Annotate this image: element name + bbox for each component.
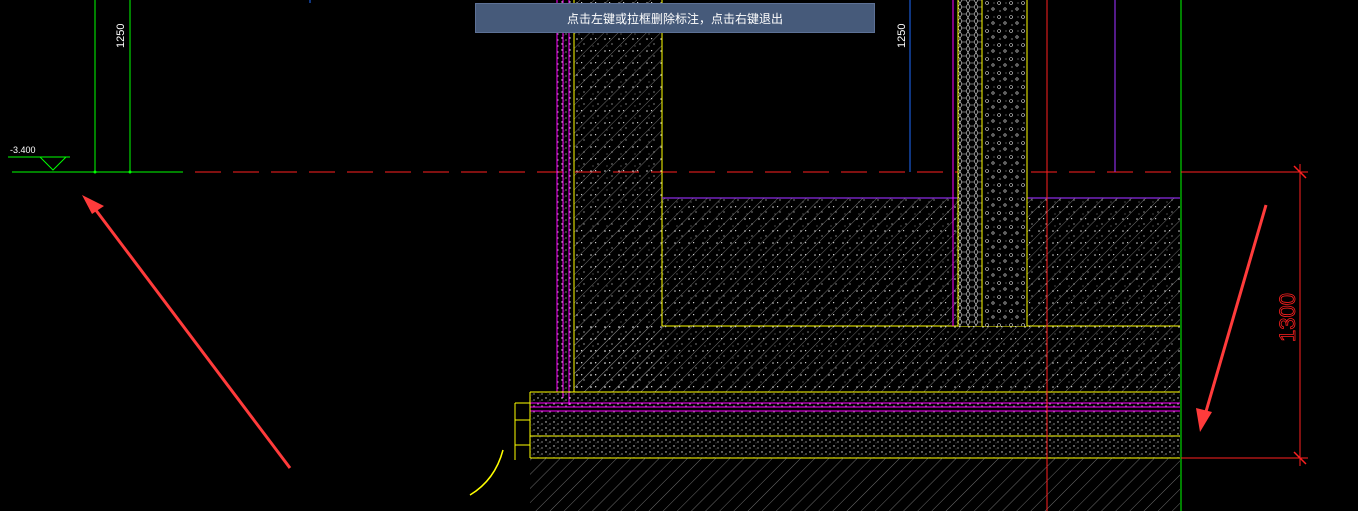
cad-drawing-canvas[interactable]: 1250 -3.400 1250 1300 xyxy=(0,0,1358,511)
annotation-arrow-left xyxy=(82,195,292,469)
left-dimension[interactable]: 1250 xyxy=(12,0,183,174)
dimension-right-text: 1250 xyxy=(896,24,908,48)
command-prompt-bar: 点击左键或拉框删除标注，点击右键退出 xyxy=(475,3,875,33)
floor-slab[interactable] xyxy=(662,198,1180,327)
dimension-left-text: 1250 xyxy=(115,24,127,48)
elevation-label: -3.400 xyxy=(10,145,36,155)
insulation-column[interactable] xyxy=(952,0,1028,326)
waterproof-layer-left[interactable] xyxy=(556,0,571,405)
dimension-height-text: 1300 xyxy=(1275,293,1300,342)
annotation-arrow-right xyxy=(1196,204,1268,432)
yellow-arc xyxy=(469,449,504,496)
command-prompt-text: 点击左键或拉框删除标注，点击右键退出 xyxy=(566,12,783,26)
base-slab[interactable] xyxy=(574,326,1180,393)
elevation-marker[interactable]: -3.400 xyxy=(8,145,70,171)
bottom-layers[interactable] xyxy=(514,391,1180,511)
